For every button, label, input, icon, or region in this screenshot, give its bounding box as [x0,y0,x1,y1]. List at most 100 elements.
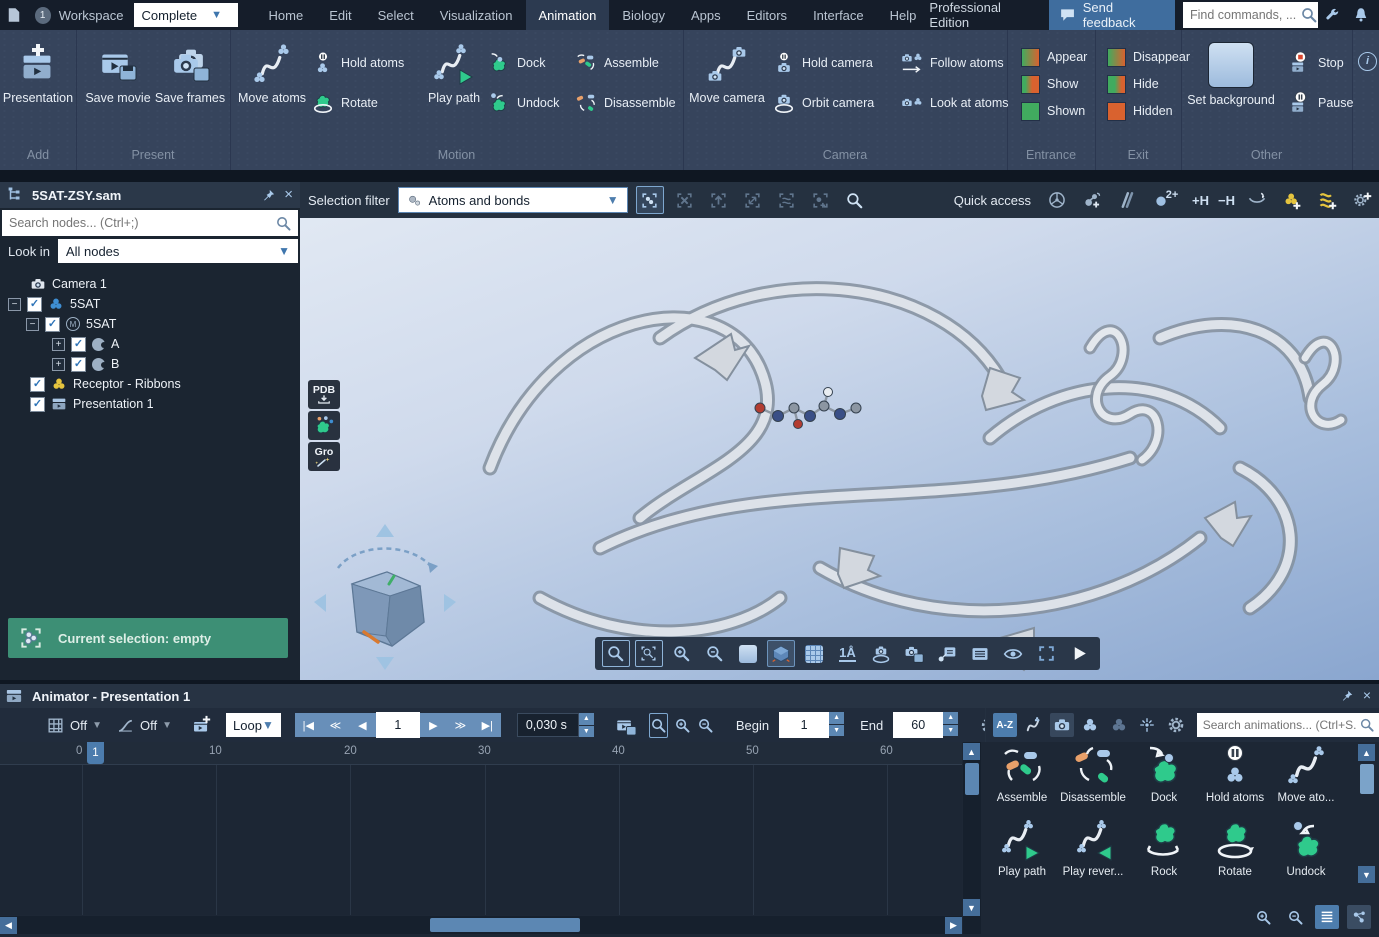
settings-add-button[interactable] [1349,187,1375,213]
search-nodes-input[interactable] [2,215,275,231]
begin-field[interactable] [779,712,829,738]
preferences-button[interactable] [1318,0,1347,30]
expand-toggle[interactable]: + [52,338,65,351]
look-at-atoms-button[interactable]: Look at atoms [901,90,1009,116]
search-button[interactable] [842,187,868,213]
add-residue-button[interactable] [1279,187,1305,213]
assemble-button[interactable]: Assemble [575,50,659,76]
group-selection-button[interactable] [808,187,834,213]
menu-edit[interactable]: Edit [316,0,364,30]
snap-dropdown[interactable]: Off ▼ [46,716,102,735]
send-feedback-button[interactable]: Send feedback [1049,0,1175,30]
hidden-button[interactable]: Hidden [1107,98,1173,124]
collapse-toggle[interactable]: − [8,298,21,311]
fullscreen-button[interactable] [1032,640,1060,667]
menu-animation[interactable]: Animation [526,0,610,30]
animation-tile-rotate[interactable]: Rotate [1200,818,1270,878]
playhead[interactable]: 1 [87,742,104,764]
remove-hydrogens-button[interactable]: −H [1218,193,1235,208]
minimize-button[interactable] [1244,187,1270,213]
add-atoms-button[interactable] [1079,187,1105,213]
timeline-grid[interactable] [0,765,962,915]
loop-mode-dropdown[interactable]: Loop ▼ [226,713,281,737]
shown-button[interactable]: Shown [1021,98,1085,124]
v-scroll-thumb[interactable] [1360,764,1374,794]
ribbon-info-button[interactable]: i [1358,52,1377,71]
visibility-checkbox[interactable]: ✓ [71,357,86,372]
fast-forward-button[interactable]: ≫ [447,719,474,732]
show-button[interactable]: Show [1021,71,1078,97]
dock-button[interactable]: Dock [488,50,545,76]
find-commands-box[interactable] [1183,2,1318,28]
save-frames-button[interactable]: Save frames [148,42,232,105]
animation-tile-dock[interactable]: Dock [1129,744,1199,804]
close-panel-button[interactable]: × [284,188,293,203]
scroll-up-button[interactable]: ▲ [1358,744,1375,761]
animation-tile-hold-atoms[interactable]: Hold atoms [1200,744,1270,804]
look-in-dropdown[interactable]: All nodes ▼ [58,239,298,263]
hide-button[interactable]: Hide [1107,71,1159,97]
undock-button[interactable]: Undock [488,90,559,116]
select-all-button[interactable] [636,186,664,214]
timeline-h-scrollbar[interactable]: ◀ ▶ [0,916,962,934]
library-zoom-out-button[interactable] [1283,905,1307,929]
scale-1a-button[interactable]: 1Å [833,640,861,667]
go-last-button[interactable]: ▶| [474,719,501,732]
pin-panel-button[interactable] [261,188,276,203]
tree-item-5sat-molecule[interactable]: − ✓ M 5SAT [0,314,300,334]
visibility-checkbox[interactable]: ✓ [30,397,45,412]
scroll-down-button[interactable]: ▼ [1358,866,1375,883]
end-field[interactable] [893,712,943,738]
visibility-checkbox[interactable]: ✓ [30,377,45,392]
label-button[interactable] [933,640,961,667]
h-scroll-thumb[interactable] [430,918,580,932]
zoom-region-button[interactable] [635,640,663,667]
animation-tile-rock[interactable]: Rock [1129,818,1199,878]
search-animations-box[interactable] [1197,713,1379,737]
zoom-select-button[interactable] [602,640,630,667]
filter-atoms-button[interactable] [1079,713,1103,737]
move-atoms-button[interactable]: Move atoms [230,42,314,105]
menu-home[interactable]: Home [256,0,317,30]
visibility-checkbox[interactable]: ✓ [27,297,42,312]
filter-camera-button[interactable] [1050,713,1074,737]
add-keyframe-button[interactable] [190,713,212,738]
disassemble-button[interactable]: Disassemble [575,90,676,116]
menu-biology[interactable]: Biology [609,0,678,30]
play-presentation-button[interactable] [1065,640,1093,667]
menu-apps[interactable]: Apps [678,0,734,30]
zoom-in-button[interactable] [668,640,696,667]
orientation-cube-button[interactable] [767,640,795,667]
orbit-view-button[interactable] [867,640,895,667]
hold-atoms-button[interactable]: Hold atoms [312,50,404,76]
menu-select[interactable]: Select [365,0,427,30]
sort-az-button[interactable]: A-Z [993,713,1017,737]
timeline-zoom-out-button[interactable] [697,713,714,738]
change-bond-button[interactable] [1114,187,1140,213]
filter-effects-button[interactable] [1136,713,1160,737]
current-frame-field[interactable] [376,712,420,738]
begin-spinner[interactable]: ▲▼ [829,712,844,736]
pause-button[interactable]: Pause [1289,90,1353,116]
go-first-button[interactable]: |◀ [295,719,322,732]
scroll-down-button[interactable]: ▼ [963,899,980,916]
frame-time-field[interactable]: 0,030 s [517,713,579,737]
gromacs-button[interactable]: Gro [308,442,340,471]
add-chain-button[interactable] [1314,187,1340,213]
timeline-ruler[interactable]: 0 10 20 30 40 50 60 1 [0,742,962,765]
close-panel-button[interactable]: × [1363,689,1371,703]
workspace-dropdown[interactable]: Complete ▼ [134,3,238,27]
scroll-left-button[interactable]: ◀ [0,917,17,934]
tree-item-receptor-ribbons[interactable]: ✓ Receptor - Ribbons [0,374,300,394]
library-scrollbar[interactable]: ▲ ▼ [1358,744,1376,909]
visibility-checkbox[interactable]: ✓ [71,337,86,352]
orbit-camera-button[interactable]: Orbit camera [773,90,874,116]
menu-editors[interactable]: Editors [734,0,800,30]
expand-selection-button[interactable] [740,187,766,213]
zoom-out-button[interactable] [701,640,729,667]
tree-item-presentation-1[interactable]: ✓ Presentation 1 [0,394,300,414]
library-settings-button[interactable] [1164,713,1188,737]
timeline-zoom-in-button[interactable] [674,713,691,738]
animation-tile-play-reverse[interactable]: Play rever... [1058,818,1128,878]
menu-interface[interactable]: Interface [800,0,877,30]
